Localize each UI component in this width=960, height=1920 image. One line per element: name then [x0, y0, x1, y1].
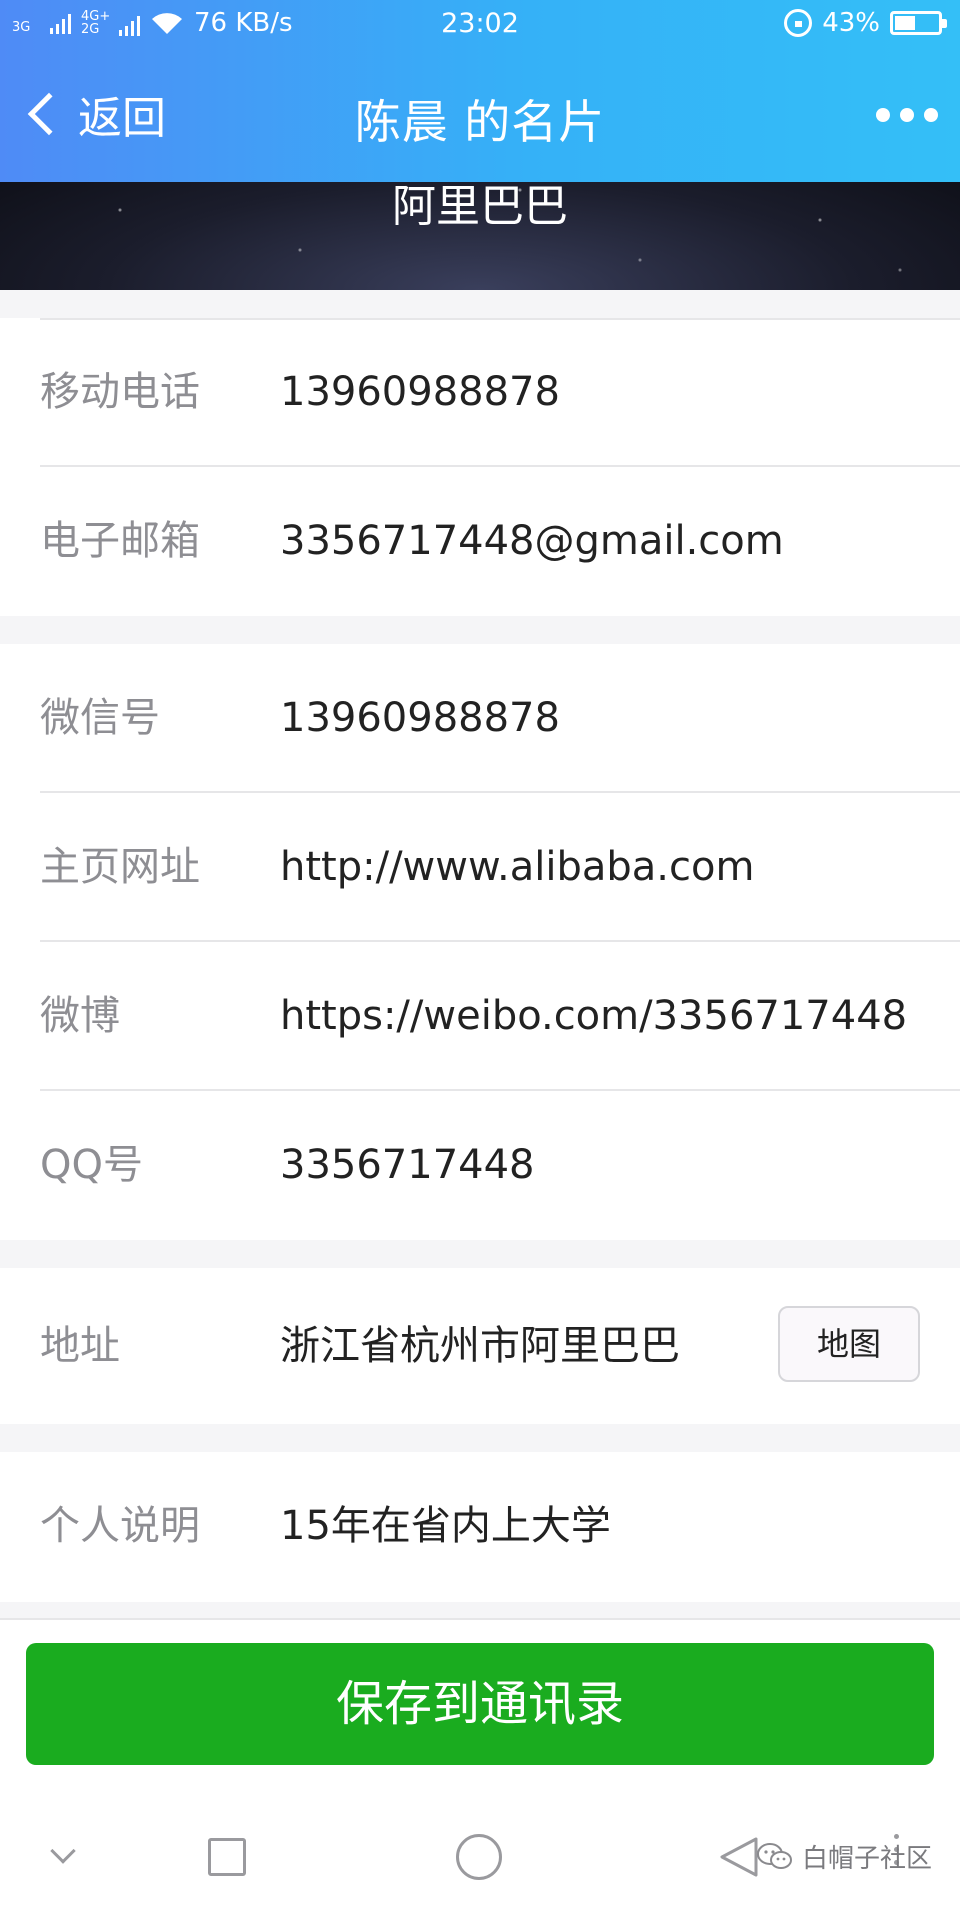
section-gap [0, 1424, 960, 1452]
nav-bar: 返回 陈晨 的名片 [0, 50, 960, 182]
row-homepage[interactable]: 主页网址 http://www.alibaba.com [0, 793, 960, 942]
wechat-logo-icon [756, 1842, 792, 1869]
battery-icon [890, 11, 947, 35]
footer-divider [0, 1618, 960, 1620]
section-gap [0, 1240, 960, 1268]
row-wechat[interactable]: 微信号 13960988878 [0, 644, 960, 793]
row-label: 地址 [40, 1323, 120, 1369]
row-value: 13960988878 [280, 695, 560, 741]
row-value: 浙江省杭州市阿里巴巴 [280, 1323, 680, 1369]
row-value: http://www.alibaba.com [280, 844, 755, 890]
row-label: QQ号 [40, 1142, 143, 1188]
section-gap [0, 290, 960, 318]
row-label: 移动电话 [40, 369, 200, 415]
row-value: 15年在省内上大学 [280, 1503, 611, 1549]
app-header: 3G 4G+ 2G 76 KB/s 23:02 43% 返回 陈晨 的名片 [0, 0, 960, 182]
contact-group-phone-email: 移动电话 13960988878 电子邮箱 3356717448@gmail.c… [0, 318, 960, 616]
section-gap [0, 616, 960, 644]
row-label: 电子邮箱 [40, 518, 200, 564]
row-address[interactable]: 地址 浙江省杭州市阿里巴巴 地图 [0, 1268, 960, 1424]
row-label: 微信号 [40, 695, 160, 741]
status-bar: 3G 4G+ 2G 76 KB/s 23:02 43% [0, 0, 960, 50]
row-label: 微博 [40, 993, 120, 1039]
more-dots-icon [876, 108, 890, 122]
note-section: 个人说明 15年在省内上大学 [0, 1452, 960, 1602]
row-email[interactable]: 电子邮箱 3356717448@gmail.com [0, 467, 960, 616]
page-title: 陈晨 的名片 [354, 95, 606, 149]
row-mobile-phone[interactable]: 移动电话 13960988878 [0, 318, 960, 467]
address-section: 地址 浙江省杭州市阿里巴巴 地图 [0, 1268, 960, 1424]
more-options-button[interactable] [876, 108, 938, 122]
status-right: 43% [784, 8, 947, 38]
row-label: 个人说明 [40, 1503, 200, 1549]
watermark-text: 白帽子社区 [801, 1844, 932, 1874]
row-qq[interactable]: QQ号 3356717448 [0, 1091, 960, 1240]
recent-apps-icon[interactable] [208, 1838, 246, 1876]
contact-group-social: 微信号 13960988878 主页网址 http://www.alibaba.… [0, 644, 960, 1240]
map-button[interactable]: 地图 [778, 1306, 920, 1382]
watermark: 白帽子社区 [756, 1838, 932, 1875]
row-value: https://weibo.com/3356717448 [280, 993, 908, 1039]
row-value: 3356717448@gmail.com [280, 518, 784, 564]
row-label: 主页网址 [40, 844, 200, 890]
row-weibo[interactable]: 微博 https://weibo.com/3356717448 [0, 942, 960, 1091]
save-to-contacts-button[interactable]: 保存到通讯录 [26, 1643, 934, 1765]
row-personal-note[interactable]: 个人说明 15年在省内上大学 [0, 1452, 960, 1601]
battery-percent: 43% [822, 8, 880, 38]
row-value: 3356717448 [280, 1142, 535, 1188]
row-value: 13960988878 [280, 369, 560, 415]
section-gap [0, 1602, 960, 1618]
home-icon[interactable] [456, 1834, 502, 1880]
hide-nav-icon[interactable] [50, 1838, 76, 1864]
rotation-lock-icon [784, 9, 813, 37]
